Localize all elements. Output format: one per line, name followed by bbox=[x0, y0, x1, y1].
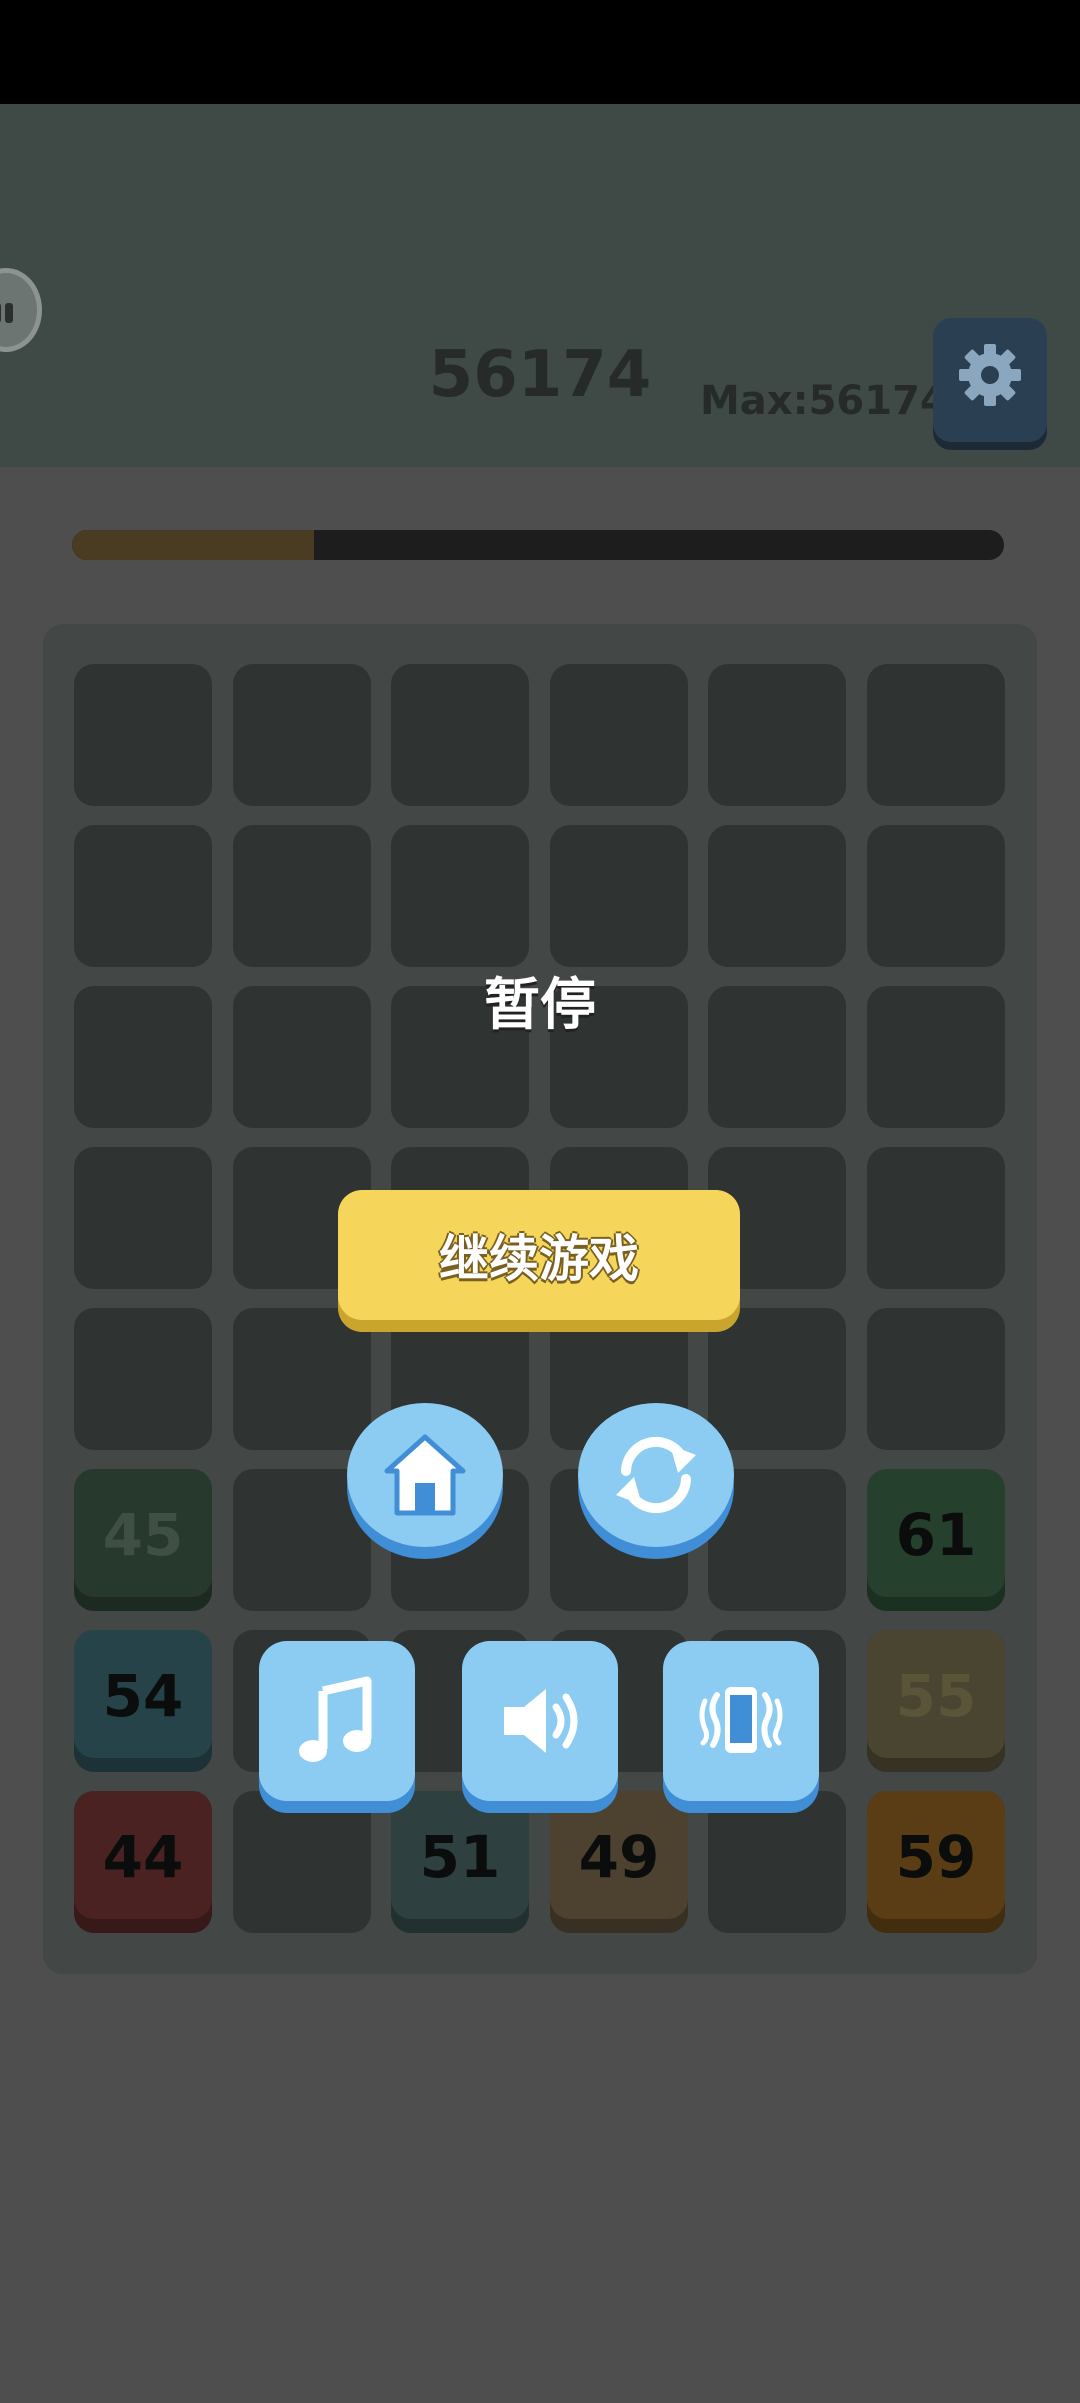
vibration-icon bbox=[699, 1687, 783, 1753]
max-score: Max:56174 bbox=[700, 378, 948, 424]
home-icon bbox=[384, 1434, 466, 1516]
board-cell bbox=[233, 664, 371, 806]
board-cell bbox=[233, 1308, 371, 1450]
board-cell bbox=[550, 825, 688, 967]
vibration-toggle-button[interactable] bbox=[663, 1641, 819, 1801]
restart-button[interactable] bbox=[578, 1403, 734, 1547]
number-tile[interactable]: 51 bbox=[391, 1791, 529, 1933]
number-tile[interactable]: 55 bbox=[867, 1630, 1005, 1772]
board-cell bbox=[867, 1147, 1005, 1289]
settings-button[interactable] bbox=[933, 318, 1047, 442]
sound-toggle-button[interactable] bbox=[462, 1641, 618, 1801]
board-cell bbox=[708, 986, 846, 1128]
board-cell bbox=[867, 825, 1005, 967]
board-cell bbox=[233, 986, 371, 1128]
board-cell bbox=[74, 1147, 212, 1289]
resume-game-button[interactable]: 继续游戏 bbox=[338, 1190, 740, 1320]
home-button[interactable] bbox=[347, 1403, 503, 1547]
board-cell bbox=[391, 825, 529, 967]
board-cell bbox=[867, 664, 1005, 806]
number-tile[interactable]: 49 bbox=[550, 1791, 688, 1933]
number-tile[interactable]: 45 bbox=[74, 1469, 212, 1611]
number-tile[interactable]: 54 bbox=[74, 1630, 212, 1772]
level-progress-fill bbox=[72, 530, 315, 560]
gear-icon bbox=[959, 344, 1021, 406]
board-cell bbox=[550, 664, 688, 806]
restart-icon bbox=[616, 1436, 696, 1514]
board-cell bbox=[867, 986, 1005, 1128]
board-cell bbox=[708, 1791, 846, 1933]
board-cell bbox=[233, 825, 371, 967]
board-cell bbox=[74, 1308, 212, 1450]
pause-title: 暂停 bbox=[484, 973, 596, 1038]
board-cell bbox=[708, 664, 846, 806]
music-icon bbox=[299, 1676, 372, 1762]
status-bar bbox=[0, 0, 1080, 104]
board-cell bbox=[74, 664, 212, 806]
music-toggle-button[interactable] bbox=[259, 1641, 415, 1801]
sound-icon bbox=[504, 1689, 578, 1753]
current-score: 56174 bbox=[428, 338, 652, 412]
board-cell bbox=[708, 1308, 846, 1450]
board-cell bbox=[391, 664, 529, 806]
number-tile[interactable]: 61 bbox=[867, 1469, 1005, 1611]
board-cell bbox=[74, 986, 212, 1128]
level-progress-bar bbox=[72, 530, 1004, 560]
number-tile[interactable]: 59 bbox=[867, 1791, 1005, 1933]
avatar-eye bbox=[0, 303, 1, 323]
board-cell bbox=[74, 825, 212, 967]
number-tile[interactable]: 44 bbox=[74, 1791, 212, 1933]
board-cell bbox=[233, 1791, 371, 1933]
board-cell bbox=[867, 1308, 1005, 1450]
avatar-eye bbox=[5, 303, 13, 323]
board-cell bbox=[708, 825, 846, 967]
